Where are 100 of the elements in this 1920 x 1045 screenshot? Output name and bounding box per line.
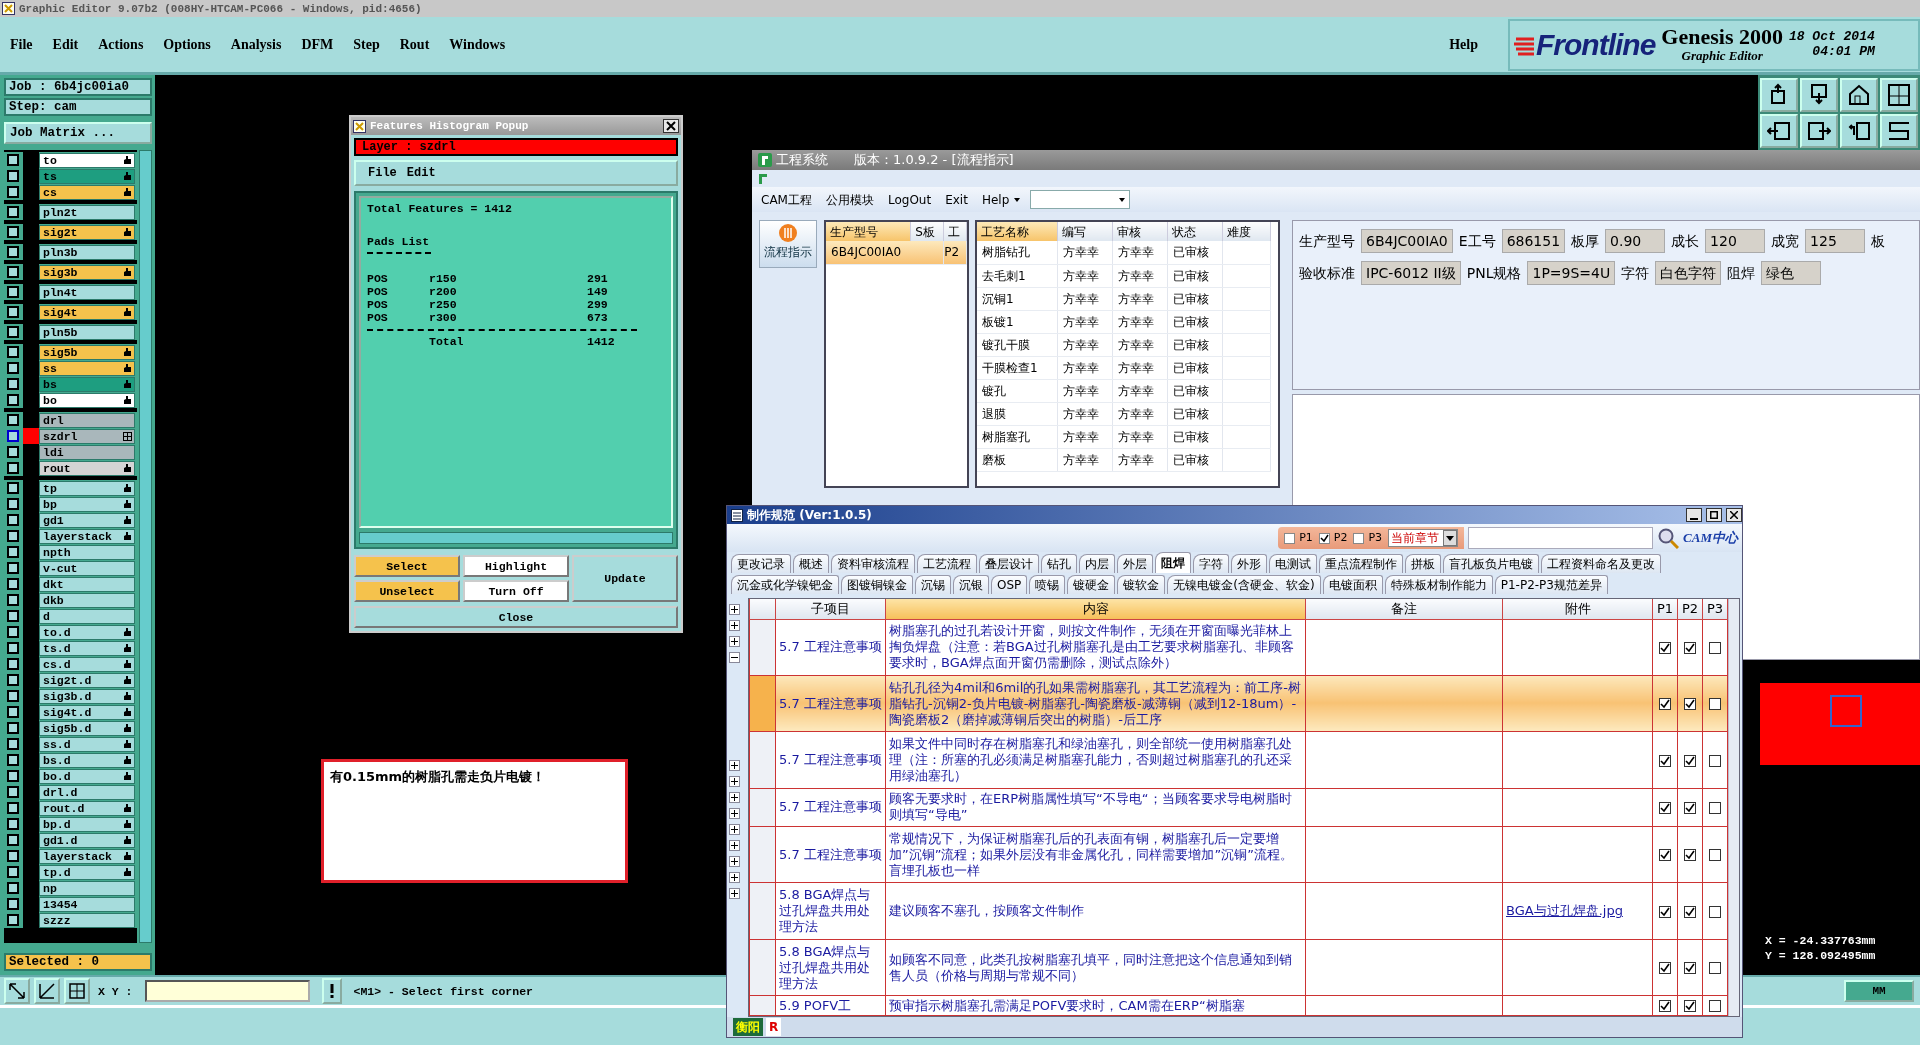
layer-name[interactable]: gd1.d	[39, 832, 135, 848]
menu-item[interactable]: Edit	[406, 166, 436, 180]
layer-name[interactable]: np	[39, 880, 135, 896]
layer-name[interactable]: cs	[39, 184, 135, 200]
layer-name[interactable]: 13454	[39, 896, 135, 912]
update-button[interactable]: Update	[572, 555, 678, 602]
layer-name[interactable]: drl	[39, 412, 135, 428]
layer-name[interactable]: sig2t	[39, 224, 135, 240]
layer-name[interactable]: pln4t	[39, 284, 135, 300]
select-button[interactable]: Select	[354, 555, 460, 577]
column-header[interactable]: 工	[943, 222, 967, 241]
menu-item[interactable]: DFM	[291, 36, 344, 53]
tab[interactable]: 资料审核流程	[831, 554, 915, 573]
tab[interactable]: 外层	[1117, 554, 1153, 573]
layer-name[interactable]: pln3b	[39, 244, 135, 260]
layer-name[interactable]: sig2t.d	[39, 672, 135, 688]
table-row[interactable]: 5.7 工程注意事项 常规情况下，为保证树脂塞孔后的孔表面有铜，树脂塞孔后一定要增加”沉铜”流程；如果外层没有非金属化孔，同样需要增加”沉铜”流程。盲埋孔板也一样	[749, 826, 1728, 883]
units-button[interactable]: MM	[1844, 980, 1914, 1002]
layer-name[interactable]: pln2t	[39, 204, 135, 220]
layer-name[interactable]: pln5b	[39, 324, 135, 340]
footer-tab[interactable]: 衡阳	[733, 1018, 763, 1036]
column-header[interactable]: P3	[1702, 599, 1728, 619]
tab[interactable]: 钻孔	[1041, 554, 1077, 573]
tab[interactable]: 镀软金	[1117, 575, 1166, 594]
layer-name[interactable]: szzz	[39, 912, 135, 928]
layer-name[interactable]: sig5b.d	[39, 720, 135, 736]
tab[interactable]: 拼板	[1405, 554, 1441, 573]
menu-item[interactable]: File	[368, 166, 397, 180]
table-row[interactable]: 5.9 POFV工 预审指示树脂塞孔需满足POFV要求时，CAM需在ERP“树脂塞	[749, 995, 1728, 1016]
layer-name[interactable]: tp.d	[39, 864, 135, 880]
tab[interactable]: 沉金或化学镍钯金	[731, 575, 839, 594]
column-header[interactable]: 状态	[1167, 222, 1222, 241]
column-header[interactable]: 备注	[1305, 599, 1503, 619]
menu-item[interactable]: Actions	[88, 36, 154, 53]
table-row[interactable]: 5.8 BGA焊点与过孔焊盘共用处理方法 如顾客不同意，此类孔按树脂塞孔填平，同时注意把这个信息通知到销售人员（价格与周期与常规不同）	[749, 939, 1728, 996]
tab[interactable]: 阻焊	[1155, 552, 1191, 573]
column-header[interactable]: 子项目	[775, 599, 886, 619]
layer-name[interactable]: sig3b.d	[39, 688, 135, 704]
layer-name[interactable]: layerstack	[39, 848, 135, 864]
unselect-button[interactable]: Unselect	[354, 580, 460, 602]
layer-name[interactable]: to.d	[39, 624, 135, 640]
layer-name[interactable]: npth	[39, 544, 135, 560]
footer-tab[interactable]: R	[766, 1018, 782, 1036]
layer-name[interactable]: bo.d	[39, 768, 135, 784]
layer-name[interactable]: sig4t	[39, 304, 135, 320]
layer-name[interactable]: dkb	[39, 592, 135, 608]
tab[interactable]: 概述	[793, 554, 829, 573]
menu-item[interactable]: Help	[1439, 36, 1488, 53]
menu-item[interactable]: Options	[153, 36, 221, 53]
tab[interactable]: 内层	[1079, 554, 1115, 573]
column-header[interactable]: 内容	[885, 599, 1306, 619]
column-header[interactable]: 编写	[1057, 222, 1112, 241]
table-row[interactable]: 5.7 工程注意事项 钻孔孔径为4mil和6mil的孔如果需树脂塞孔，其工艺流程为：前工序-树脂钻孔-沉铜2-负片电镀-树脂塞孔-陶瓷磨板-减薄铜（减到12-18um）-陶瓷磨板2（磨掉减薄铜后突出的树脂）-后工序	[749, 675, 1728, 732]
column-header[interactable]: 附件	[1502, 599, 1653, 619]
tab[interactable]: 镀硬金	[1067, 575, 1116, 594]
layer-name[interactable]: ss	[39, 360, 135, 376]
tab[interactable]: 叠层设计	[979, 554, 1039, 573]
menu-item[interactable]: Step	[343, 36, 390, 53]
menu-item[interactable]: Analysis	[220, 36, 292, 53]
table-row[interactable]: 6B4JC00IA0 P2	[826, 241, 967, 264]
layer-name[interactable]: dkt	[39, 576, 135, 592]
layer-name[interactable]: sig5b	[39, 344, 135, 360]
turn-off-button[interactable]: Turn Off	[463, 580, 569, 602]
layer-name[interactable]: layerstack	[39, 528, 135, 544]
layer-name[interactable]: ldi	[39, 444, 135, 460]
menu-item[interactable]: Help	[976, 190, 1027, 209]
tab[interactable]: 盲孔板负片电镀	[1443, 554, 1539, 573]
layer-name[interactable]: gd1	[39, 512, 135, 528]
tab[interactable]: 特殊板材制作能力	[1384, 575, 1493, 594]
menu-item[interactable]: File	[0, 36, 43, 53]
tab[interactable]: 更改记录	[731, 554, 791, 573]
tab[interactable]: 外形	[1231, 554, 1267, 573]
layer-name[interactable]: rout	[39, 460, 135, 476]
tab[interactable]: 工艺流程	[917, 554, 977, 573]
menu-item[interactable]: CAM工程	[756, 190, 817, 209]
column-header[interactable]: S板	[910, 222, 944, 241]
tab[interactable]: 喷锡	[1029, 575, 1066, 594]
tab[interactable]: 工程资料命名及更改	[1541, 554, 1661, 573]
menu-item[interactable]: Edit	[42, 36, 89, 53]
layer-name[interactable]: bo	[39, 392, 135, 408]
menu-item[interactable]: Exit	[940, 190, 973, 209]
layer-name[interactable]: d	[39, 608, 135, 624]
tab[interactable]: 电测试	[1269, 554, 1317, 573]
column-header[interactable]: 审核	[1112, 222, 1167, 241]
layer-name[interactable]: tp	[39, 480, 135, 496]
layer-name[interactable]: ss.d	[39, 736, 135, 752]
tab[interactable]: 重点流程制作	[1319, 554, 1403, 573]
close-button[interactable]: Close	[354, 606, 678, 628]
layer-name[interactable]: ts	[39, 168, 135, 184]
layer-name[interactable]: szdrl	[39, 428, 135, 444]
layer-name[interactable]: sig4t.d	[39, 704, 135, 720]
table-row[interactable]: 5.7 工程注意事项 如果文件中同时存在树脂塞孔和绿油塞孔，则全部统一使用树脂塞孔处理（注：所塞的孔必须满足树脂塞孔能力，否则超过树脂塞孔的孔还采用绿油塞孔）	[749, 731, 1728, 789]
menu-item[interactable]: Windows	[439, 36, 516, 53]
tab[interactable]: OSP	[991, 575, 1028, 594]
tab[interactable]: 字符	[1193, 554, 1229, 573]
layer-name[interactable]: drl.d	[39, 784, 135, 800]
tab[interactable]: 图镀铜镍金	[841, 575, 913, 594]
tab[interactable]: 沉银	[953, 575, 989, 594]
column-header[interactable]: 生产型号	[826, 222, 911, 241]
highlight-button[interactable]: Highlight	[463, 555, 569, 577]
